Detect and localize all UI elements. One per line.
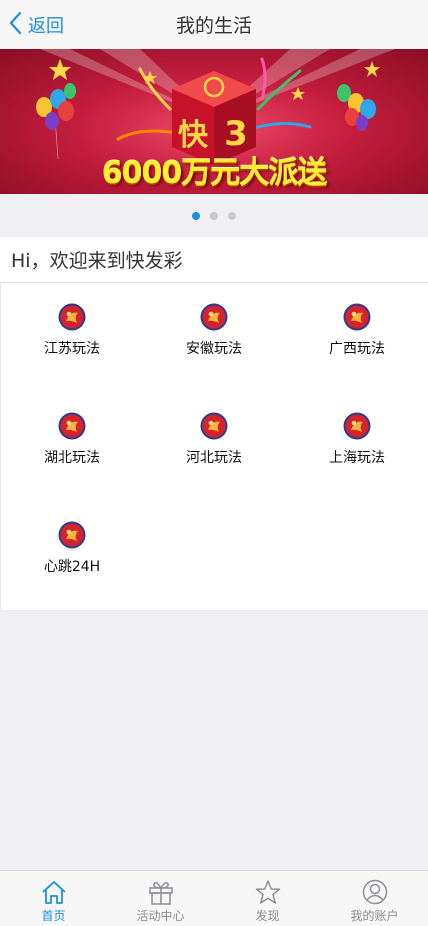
tab-bar: 首页 活动中心 发现 我的账户 [0, 870, 428, 926]
back-button[interactable]: 返回 [8, 8, 64, 42]
chevron-left-icon [8, 11, 22, 39]
lottery-logo-icon [200, 303, 228, 331]
game-item-jiangsu[interactable]: 江苏玩法 [1, 283, 143, 392]
game-label: 河北玩法 [186, 450, 242, 466]
lottery-logo-icon [58, 303, 86, 331]
lottery-logo-icon [343, 303, 371, 331]
home-icon [41, 881, 66, 904]
tab-discover[interactable]: 发现 [214, 871, 321, 926]
game-item-hubei[interactable]: 湖北玩法 [1, 392, 143, 501]
back-label: 返回 [28, 16, 64, 37]
game-grid: 江苏玩法 安徽玩法 广西玩法 湖北玩法 河北玩法 上海玩法 心跳24H [0, 283, 428, 610]
lottery-logo-icon [343, 412, 371, 440]
carousel-indicator [0, 194, 428, 237]
gift-icon [148, 881, 173, 905]
tab-label: 首页 [41, 909, 66, 923]
game-item-guangxi[interactable]: 广西玩法 [286, 283, 428, 392]
page-title: 我的生活 [175, 15, 252, 37]
tab-activity-center[interactable]: 活动中心 [107, 871, 214, 926]
game-label: 湖北玩法 [44, 450, 100, 466]
tab-home[interactable]: 首页 [0, 871, 107, 926]
tab-label: 我的账户 [350, 909, 399, 923]
banner-headline: 6000万元大派送 [101, 156, 328, 191]
promo-banner[interactable]: 快 3 6000万元大派送 [0, 49, 428, 194]
game-label: 安徽玩法 [186, 341, 242, 357]
game-item-heartbeat[interactable]: 心跳24H [1, 501, 143, 610]
game-label: 心跳24H [43, 559, 101, 575]
lottery-logo-icon [200, 412, 228, 440]
carousel-dot[interactable] [228, 211, 236, 220]
game-label: 广西玩法 [329, 341, 385, 357]
lottery-logo-icon [58, 521, 86, 549]
carousel-dot[interactable] [210, 211, 218, 220]
carousel-dot[interactable] [192, 211, 200, 220]
navigation-bar: 返回 我的生活 [0, 0, 428, 49]
star-icon [255, 880, 280, 904]
game-item-shanghai[interactable]: 上海玩法 [286, 392, 428, 501]
game-item-hebei[interactable]: 河北玩法 [143, 392, 285, 501]
user-icon [362, 879, 387, 905]
lottery-logo-icon [58, 412, 86, 440]
tab-label: 活动中心 [136, 909, 185, 923]
tab-my-account[interactable]: 我的账户 [321, 871, 428, 926]
game-label: 江苏玩法 [44, 341, 100, 357]
game-label: 上海玩法 [329, 450, 385, 466]
game-item-anhui[interactable]: 安徽玩法 [143, 283, 285, 392]
welcome-text: Hi，欢迎来到快发彩 [0, 237, 428, 283]
tab-label: 发现 [255, 909, 280, 923]
